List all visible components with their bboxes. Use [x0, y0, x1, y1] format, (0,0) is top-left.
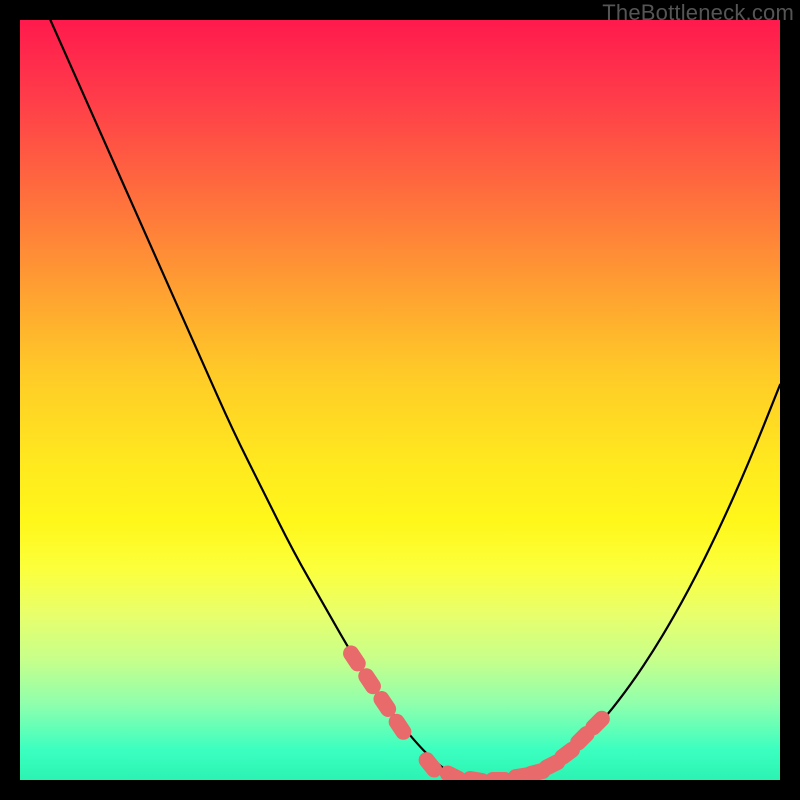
- watermark-text: TheBottleneck.com: [602, 0, 794, 26]
- marker-group: [340, 642, 613, 780]
- bottleneck-curve: [50, 20, 780, 780]
- plot-area: [20, 20, 780, 780]
- bottleneck-chart: [20, 20, 780, 780]
- chart-frame: TheBottleneck.com: [0, 0, 800, 800]
